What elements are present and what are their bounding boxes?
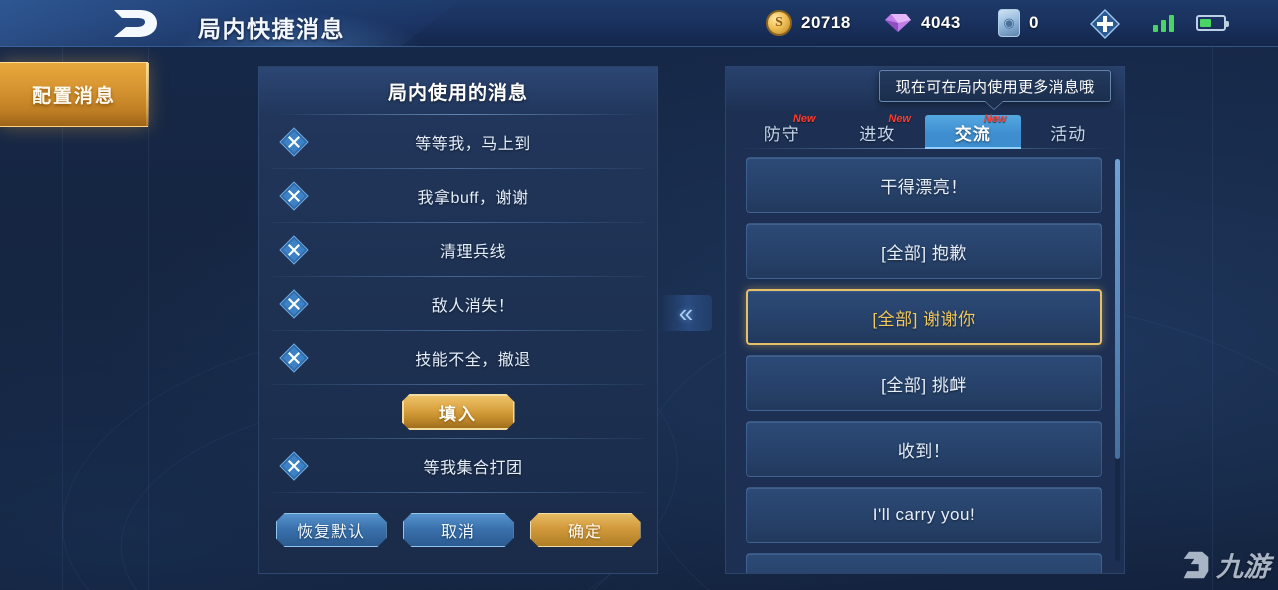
- delete-x-icon[interactable]: [279, 451, 309, 481]
- top-header-bar: 局内快捷消息 S 20718 4043 ◉ 0: [0, 0, 1278, 47]
- scrollbar[interactable]: [1115, 159, 1120, 561]
- delete-x-icon[interactable]: [279, 181, 309, 211]
- watermark: 九游: [1181, 545, 1270, 584]
- background-divider: [62, 46, 63, 590]
- quick-message-item[interactable]: 收到！: [746, 421, 1102, 477]
- message-row[interactable]: 技能不全，撤退: [259, 331, 657, 385]
- message-row[interactable]: 敌人消失！: [259, 277, 657, 331]
- plus-icon[interactable]: [1090, 9, 1120, 39]
- sidebar-item-label: 配置消息: [31, 86, 116, 107]
- purple-gem-icon: [884, 12, 912, 34]
- message-row[interactable]: 等我集合打团: [259, 439, 657, 493]
- currency-gem[interactable]: 4043: [884, 7, 961, 39]
- message-text: 等等我，马上到: [415, 136, 531, 153]
- confirm-label: 确定: [567, 524, 602, 541]
- fill-in-button[interactable]: 填入: [402, 394, 515, 430]
- left-panel-title: 局内使用的消息: [387, 82, 528, 104]
- quick-message-item[interactable]: [全部] 抱歉: [746, 223, 1102, 279]
- fill-in-row: 填入: [259, 385, 657, 439]
- ticket-card-icon: ◉: [998, 9, 1020, 37]
- cancel-label: 取消: [440, 524, 475, 541]
- background-divider: [148, 46, 149, 590]
- quick-message-text: [全部] 谢谢你: [872, 309, 976, 329]
- restore-default-button[interactable]: 恢复默认: [276, 513, 387, 547]
- tab-1[interactable]: 防守 New: [734, 113, 830, 149]
- tab-4[interactable]: 活动: [1021, 115, 1117, 149]
- quick-message-library-panel: 可 防守New进攻New交流New活动 干得漂亮！[全部] 抱歉[全部] 谢谢你…: [725, 66, 1125, 574]
- category-tabs: 防守 New 进攻 New 交流 New 活动: [726, 111, 1124, 149]
- quick-message-item[interactable]: I'll carry you!: [746, 487, 1102, 543]
- scrollbar-thumb[interactable]: [1115, 159, 1120, 459]
- quick-message-text: [全部] 挑衅: [881, 375, 967, 395]
- delete-x-icon[interactable]: [279, 127, 309, 157]
- quick-message-text: 收到！: [897, 441, 951, 461]
- message-text: 等我集合打团: [423, 460, 523, 477]
- tooltip-more-messages: 现在可在局内使用更多消息哦: [879, 70, 1111, 102]
- quick-message-text: I'll carry you!: [872, 505, 976, 524]
- fill-in-label: 填入: [439, 404, 477, 424]
- message-row[interactable]: 清理兵线: [259, 223, 657, 277]
- gem-amount: 4043: [921, 13, 961, 32]
- tooltip-text: 现在可在局内使用更多消息哦: [895, 78, 1095, 96]
- gold-coin-icon: S: [766, 10, 792, 36]
- message-text: 清理兵线: [439, 244, 506, 261]
- confirm-button[interactable]: 确定: [530, 513, 641, 547]
- message-row[interactable]: 等等我，马上到: [259, 115, 657, 169]
- delete-x-icon[interactable]: [279, 235, 309, 265]
- gold-amount: 20718: [801, 13, 851, 32]
- quick-message-item[interactable]: [746, 553, 1102, 573]
- battery-icon: [1196, 15, 1229, 31]
- currency-card[interactable]: ◉ 0: [998, 7, 1039, 39]
- left-panel-actions: 恢复默认 取消 确定: [259, 513, 657, 547]
- quick-message-item[interactable]: 干得漂亮！: [746, 157, 1102, 213]
- quick-message-list: 干得漂亮！ [全部] 抱歉 [全部] 谢谢你 [全部] 挑衅 收到！ I'll carry…: [726, 149, 1124, 573]
- new-badge: New: [888, 113, 911, 125]
- background-divider: [1212, 46, 1213, 590]
- quick-message-text: [全部] 抱歉: [881, 243, 967, 263]
- cancel-button[interactable]: 取消: [403, 513, 514, 547]
- currency-gold[interactable]: S 20718: [766, 7, 851, 39]
- quick-message-text: 干得漂亮！: [880, 177, 968, 197]
- message-text: 我拿buff，谢谢: [417, 190, 529, 207]
- tab-label: 活动: [1050, 124, 1087, 144]
- watermark-text: 九游: [1216, 552, 1270, 582]
- sidebar-item-configure-messages[interactable]: 配置消息: [0, 62, 149, 127]
- tab-2[interactable]: 进攻 New: [830, 113, 926, 149]
- message-row[interactable]: 我拿buff，谢谢: [259, 169, 657, 223]
- left-panel-header: 局内使用的消息: [259, 67, 657, 115]
- restore-default-label: 恢复默认: [296, 524, 365, 541]
- quick-message-item[interactable]: [全部] 挑衅: [746, 355, 1102, 411]
- collapse-glyph: «: [678, 298, 694, 328]
- new-badge: New: [792, 113, 816, 125]
- game-logo-icon: [104, 7, 162, 40]
- in-game-messages-panel: 局内使用的消息 等等我，马上到 我拿buff，谢谢 清理兵线敌人消失！ 技能不全，撤退…: [258, 66, 658, 574]
- message-text: 敌人消失！: [431, 298, 515, 315]
- page-title: 局内快捷消息: [198, 16, 345, 42]
- jiuyou-logo-icon: [1183, 551, 1209, 578]
- double-chevron-left-icon[interactable]: «: [660, 295, 712, 331]
- signal-bars-icon: [1153, 14, 1179, 32]
- message-text: 技能不全，撤退: [415, 352, 531, 369]
- tab-3[interactable]: 交流 New: [925, 113, 1021, 149]
- message-list: 等等我，马上到 我拿buff，谢谢 清理兵线敌人消失！ 技能不全，撤退填入等我集合打团: [259, 115, 657, 493]
- new-badge: New: [983, 113, 1007, 125]
- quick-message-item[interactable]: [全部] 谢谢你: [746, 289, 1102, 345]
- card-amount: 0: [1029, 13, 1039, 32]
- delete-x-icon[interactable]: [279, 289, 309, 319]
- delete-x-icon[interactable]: [279, 343, 309, 373]
